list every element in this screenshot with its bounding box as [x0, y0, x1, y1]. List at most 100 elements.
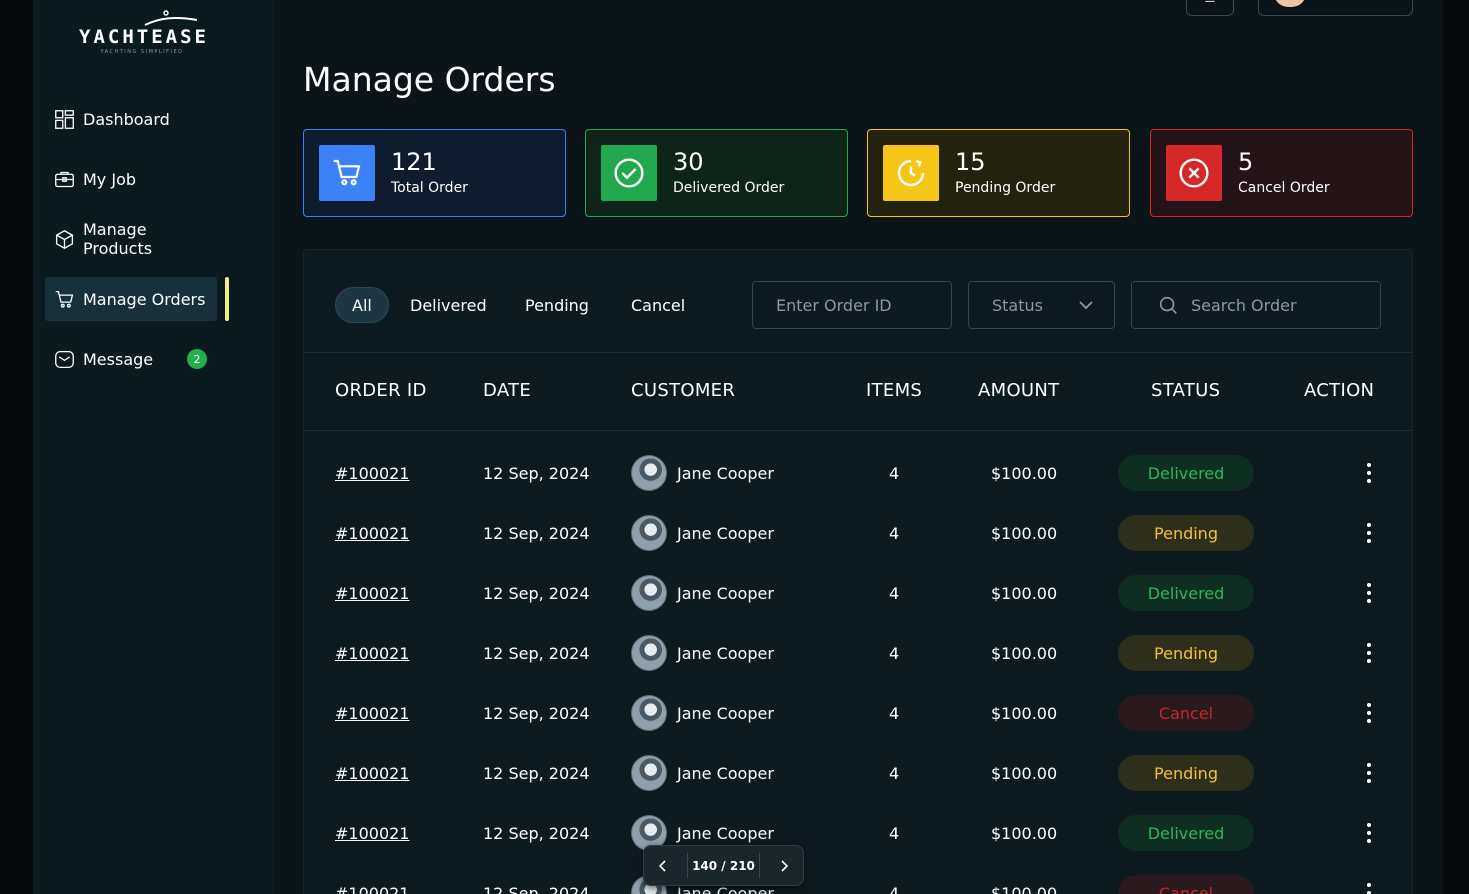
cart-icon: [333, 159, 361, 186]
more-actions-icon[interactable]: [1367, 523, 1371, 543]
sidebar: YACHTEASE YACHTING SIMPLIFIED Dashboard …: [33, 0, 273, 894]
box-icon: [55, 229, 74, 249]
sidebar-item-manage-products[interactable]: Manage Products: [45, 217, 217, 261]
more-actions-icon[interactable]: [1367, 643, 1371, 663]
sidebar-item-label: Manage Orders: [83, 289, 206, 309]
tab-cancel[interactable]: Cancel: [631, 287, 685, 323]
more-actions-icon[interactable]: [1367, 763, 1371, 783]
table-row: #100021 12 Sep, 2024 Jane Cooper 4 $100.00 Pe…: [304, 623, 1412, 683]
stat-card-total-order[interactable]: 121 Total Order: [303, 129, 566, 217]
tab-delivered[interactable]: Delivered: [410, 287, 487, 323]
tab-all[interactable]: All: [335, 287, 389, 323]
customer-name: Jane Cooper: [677, 463, 774, 483]
stat-label: Total Order: [391, 180, 468, 196]
order-id-link[interactable]: #100021: [335, 464, 409, 483]
more-actions-icon[interactable]: [1367, 463, 1371, 483]
sidebar-item-manage-orders[interactable]: Manage Orders: [45, 277, 217, 321]
order-amount: $100.00: [991, 763, 1058, 783]
page-title: Manage Orders: [303, 60, 556, 99]
sidebar-item-label: My Job: [83, 169, 137, 189]
column-header-action[interactable]: ACTION: [1304, 380, 1374, 401]
order-date: 12 Sep, 2024: [483, 703, 590, 723]
stat-card-pending-order[interactable]: 15 Pending Order: [867, 129, 1130, 217]
x-circle-icon: [1179, 158, 1209, 188]
more-actions-icon[interactable]: [1367, 583, 1371, 603]
stat-value: 5: [1238, 148, 1254, 176]
message-count-badge: 2: [187, 349, 207, 369]
tab-pending[interactable]: Pending: [525, 287, 589, 323]
stat-icon-box: [1166, 145, 1222, 201]
avatar: [631, 515, 667, 551]
order-id-link[interactable]: #100021: [335, 644, 409, 663]
status-badge: Delivered: [1118, 575, 1254, 611]
customer-name: Jane Cooper: [677, 583, 774, 603]
stat-value: 15: [955, 148, 986, 176]
column-header-status[interactable]: STATUS: [1151, 380, 1220, 401]
order-id-link[interactable]: #100021: [335, 764, 409, 783]
brand-logo[interactable]: YACHTEASE YACHTING SIMPLIFIED: [79, 8, 206, 58]
status-select-label: Status: [992, 295, 1043, 315]
column-header-order-id[interactable]: ORDER ID: [335, 380, 427, 401]
status-badge: Cancel: [1118, 695, 1254, 731]
next-page-button[interactable]: [765, 845, 803, 886]
search-input[interactable]: Search Order: [1131, 281, 1381, 329]
table-row: #100021 12 Sep, 2024 Jane Cooper 4 $100.00 De…: [304, 803, 1412, 863]
cart-icon: [55, 290, 74, 308]
avatar: [631, 695, 667, 731]
order-id-link[interactable]: #100021: [335, 884, 409, 894]
column-header-items[interactable]: ITEMS: [866, 380, 922, 401]
table-row: #100021 12 Sep, 2024 Jane Cooper 4 $100.00 De…: [304, 563, 1412, 623]
order-items: 4: [889, 763, 900, 783]
column-header-date[interactable]: DATE: [483, 380, 531, 401]
order-date: 12 Sep, 2024: [483, 523, 590, 543]
order-amount: $100.00: [991, 523, 1058, 543]
sidebar-item-dashboard[interactable]: Dashboard: [45, 97, 217, 141]
more-actions-icon[interactable]: [1367, 703, 1371, 723]
stat-card-delivered-order[interactable]: 30 Delivered Order: [585, 129, 848, 217]
order-date: 12 Sep, 2024: [483, 583, 590, 603]
column-header-amount[interactable]: AMOUNT: [978, 380, 1059, 401]
avatar: [631, 635, 667, 671]
stat-icon-box: [319, 145, 375, 201]
column-header-customer[interactable]: CUSTOMER: [631, 380, 735, 401]
order-amount: $100.00: [991, 883, 1058, 894]
avatar: [1274, 0, 1306, 7]
status-badge: Cancel: [1118, 875, 1254, 894]
prev-page-button[interactable]: [644, 845, 682, 886]
order-id-link[interactable]: #100021: [335, 704, 409, 723]
table-row: #100021 12 Sep, 2024 Jane Cooper 4 $100.00 Ca…: [304, 863, 1412, 894]
customer-name: Jane Cooper: [677, 643, 774, 663]
order-id-link[interactable]: #100021: [335, 524, 409, 543]
panel-divider: [304, 352, 1412, 353]
status-badge: Pending: [1118, 515, 1254, 551]
status-select[interactable]: Status: [968, 281, 1115, 329]
sidebar-item-label: Manage Products: [83, 220, 153, 258]
order-id-input[interactable]: Enter Order ID: [752, 281, 952, 329]
stat-icon-box: [883, 145, 939, 201]
order-date: 12 Sep, 2024: [483, 883, 590, 894]
profile-menu[interactable]: [1258, 0, 1413, 16]
table-row: #100021 12 Sep, 2024 Jane Cooper 4 $100.00 De…: [304, 443, 1412, 503]
order-date: 12 Sep, 2024: [483, 463, 590, 483]
order-date: 12 Sep, 2024: [483, 643, 590, 663]
active-indicator: [225, 277, 229, 321]
order-amount: $100.00: [991, 643, 1058, 663]
order-id-link[interactable]: #100021: [335, 584, 409, 603]
sidebar-item-label: Message: [83, 349, 154, 369]
sidebar-item-my-job[interactable]: My Job: [45, 157, 217, 201]
notification-button[interactable]: [1186, 0, 1234, 16]
avatar: [631, 575, 667, 611]
stat-value: 121: [391, 148, 437, 176]
order-id-link[interactable]: #100021: [335, 824, 409, 843]
chevron-down-icon: [1079, 301, 1093, 310]
avatar: [631, 455, 667, 491]
more-actions-icon[interactable]: [1367, 883, 1371, 894]
more-actions-icon[interactable]: [1367, 823, 1371, 843]
order-items: 4: [889, 823, 900, 843]
dashboard-icon: [55, 109, 74, 129]
stat-value: 30: [673, 148, 704, 176]
order-id-placeholder: Enter Order ID: [776, 295, 892, 315]
sidebar-item-label: Dashboard: [83, 109, 170, 129]
stat-icon-box: [601, 145, 657, 201]
stat-card-cancel-order[interactable]: 5 Cancel Order: [1150, 129, 1413, 217]
